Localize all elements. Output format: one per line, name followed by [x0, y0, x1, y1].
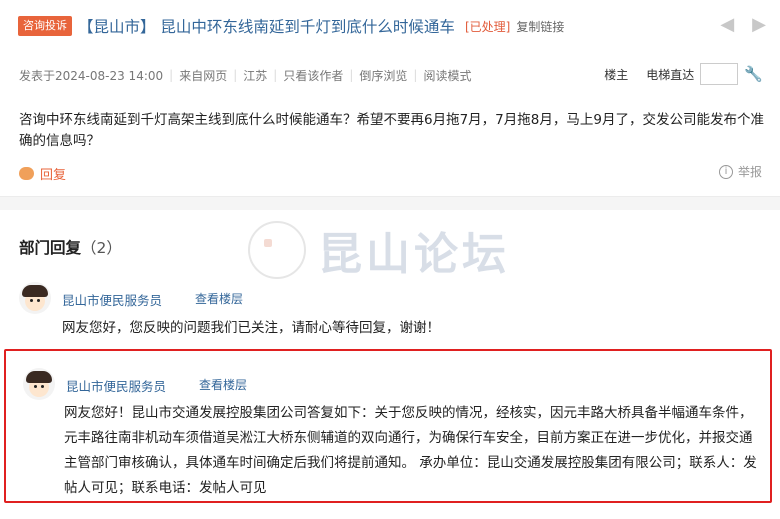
divider: |: [413, 68, 418, 82]
divider: |: [349, 68, 354, 82]
watermark: 昆山论坛: [248, 218, 510, 282]
reply-item-highlighted: 昆山市便民服务员 查看楼层 网友您好！昆山市交通发展控股集团公司答复如下：关于您…: [4, 349, 772, 503]
thread-title: 【昆山市】 昆山中环东线南延到千灯到底什么时候通车: [78, 18, 455, 36]
watermark-text: 昆山论坛: [318, 229, 510, 280]
floor-controls: 楼主 电梯直达 🔧: [604, 63, 763, 85]
reply-count: （2）: [81, 239, 122, 257]
thread-title-row: 咨询投诉 【昆山市】 昆山中环东线南延到千灯到底什么时候通车 [已处理] 复制链…: [18, 15, 768, 37]
reply-label: 回复: [40, 168, 67, 183]
floor-owner-label: 楼主: [604, 67, 629, 82]
post-source: 来自网页: [179, 68, 228, 83]
post-content: 咨询中环东线南延到千灯高架主线到底什么时候能通车？希望不要再6月拖7月，7月拖8…: [19, 112, 764, 149]
reply-button[interactable]: 回复: [19, 162, 67, 183]
arrow-left-icon[interactable]: ◀: [720, 15, 734, 35]
floor-jump-input[interactable]: [700, 63, 739, 85]
read-mode-link[interactable]: 阅读模式: [423, 67, 471, 84]
report-label: 举报: [737, 165, 762, 179]
arrow-right-icon[interactable]: ▶: [752, 15, 766, 35]
reply-text: 网友您好，您反映的问题我们已关注，请耐心等待回复，谢谢！: [62, 320, 440, 336]
logo-seal-icon: [248, 221, 306, 279]
avatar[interactable]: [23, 368, 55, 400]
info-icon: i: [718, 164, 733, 179]
post-time: 发表于2024-08-23 14:00: [19, 68, 164, 83]
copy-link-button[interactable]: 复制链接: [516, 18, 564, 35]
department-replies-title: 部门回复（2）: [19, 236, 122, 258]
section-title-label: 部门回复: [19, 239, 82, 257]
divider: |: [169, 68, 174, 82]
post-region: 江苏: [243, 68, 268, 83]
view-floor-link[interactable]: 查看楼层: [199, 376, 247, 393]
post-meta: 发表于2024-08-23 14:00 | 来自网页 | 江苏 | 只看该作者 …: [19, 63, 769, 85]
avatar[interactable]: [19, 282, 51, 314]
elevator-label: 电梯直达: [646, 67, 695, 82]
reply-author[interactable]: 昆山市便民服务员: [66, 376, 166, 395]
thread-nav: ◀ ▶: [720, 15, 766, 35]
view-floor-link[interactable]: 查看楼层: [195, 290, 243, 307]
section-divider: [0, 196, 780, 210]
wrench-icon[interactable]: 🔧: [744, 65, 763, 83]
reply-author[interactable]: 昆山市便民服务员: [62, 290, 162, 309]
chat-bubble-icon: [19, 162, 34, 180]
category-tag[interactable]: 咨询投诉: [18, 16, 72, 36]
divider: |: [273, 68, 278, 82]
reply-text: 网友您好！昆山市交通发展控股集团公司答复如下：关于您反映的情况，经核实，因元丰路…: [64, 405, 757, 496]
status-badge: [已处理]: [464, 19, 511, 34]
reverse-order-link[interactable]: 倒序浏览: [359, 67, 407, 84]
divider: |: [233, 68, 238, 82]
report-button[interactable]: i 举报: [718, 163, 762, 180]
author-only-link[interactable]: 只看该作者: [283, 67, 343, 84]
